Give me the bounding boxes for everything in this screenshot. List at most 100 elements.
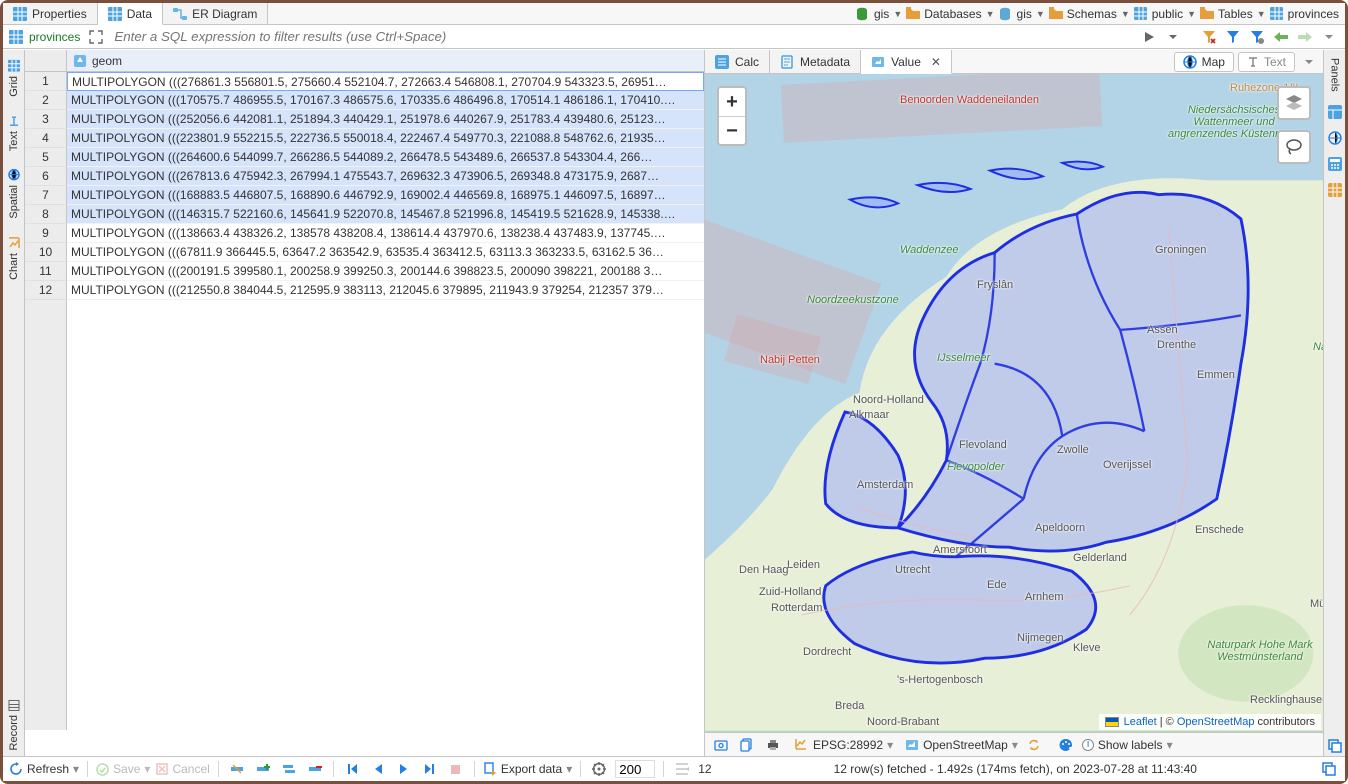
table-row[interactable]: 6MULTIPOLYGON (((267813.6 475942.3, 2679… (25, 167, 704, 186)
expand-icon[interactable] (86, 27, 106, 47)
cell-geom[interactable]: MULTIPOLYGON (((264600.6 544099.7, 26628… (67, 148, 704, 167)
row-header[interactable]: 8 (25, 205, 67, 224)
tab-value[interactable]: Value ✕ (861, 50, 952, 74)
row-header[interactable]: 4 (25, 129, 67, 148)
maximize-icon[interactable] (1319, 759, 1339, 779)
cell-geom[interactable]: MULTIPOLYGON (((267813.6 475942.3, 26799… (67, 167, 704, 186)
page-size-input[interactable] (615, 760, 655, 778)
prev-page-icon[interactable] (368, 759, 388, 779)
left-tab-chart[interactable]: Chart (8, 231, 20, 286)
delete-row-icon[interactable] (305, 759, 325, 779)
table-row[interactable]: 3MULTIPOLYGON (((252056.6 442081.1, 2518… (25, 110, 704, 129)
add-row-icon[interactable] (253, 759, 273, 779)
leaflet-link[interactable]: Leaflet (1124, 716, 1157, 728)
cell-geom[interactable]: MULTIPOLYGON (((223801.9 552215.5, 22273… (67, 129, 704, 148)
close-icon[interactable]: ✕ (931, 55, 941, 69)
panel-icon-globe[interactable] (1325, 128, 1345, 148)
table-row[interactable]: 8MULTIPOLYGON (((146315.7 522160.6, 1456… (25, 205, 704, 224)
duplicate-row-icon[interactable] (279, 759, 299, 779)
table-row[interactable]: 1MULTIPOLYGON (((276861.3 556801.5, 2756… (25, 72, 704, 91)
basemap-selector[interactable]: OpenStreetMap ▾ (905, 738, 1018, 752)
epsg-selector[interactable]: EPSG:28992 ▾ (795, 738, 893, 752)
table-row[interactable]: 5MULTIPOLYGON (((264600.6 544099.7, 2662… (25, 148, 704, 167)
row-header[interactable]: 11 (25, 262, 67, 281)
edit-row-icon[interactable] (227, 759, 247, 779)
filter-icon[interactable] (1223, 27, 1243, 47)
cell-geom[interactable]: MULTIPOLYGON (((252056.6 442081.1, 25189… (67, 110, 704, 129)
panel-icon-calc[interactable] (1325, 154, 1345, 174)
tab-er-diagram[interactable]: ER Diagram (163, 3, 268, 24)
breadcrumb-item[interactable]: public▼ (1134, 7, 1196, 21)
left-tab-record[interactable]: Record (8, 693, 20, 756)
grid-corner[interactable] (25, 50, 67, 71)
panel-icon-grid[interactable] (1325, 180, 1345, 200)
left-tab-grid[interactable]: Grid (8, 54, 20, 103)
layers-button[interactable] (1277, 86, 1311, 120)
cell-geom[interactable]: MULTIPOLYGON (((276861.3 556801.5, 27566… (67, 72, 704, 91)
row-header[interactable]: 9 (25, 224, 67, 243)
tab-calc[interactable]: Calc (705, 50, 770, 73)
table-row[interactable]: 10MULTIPOLYGON (((67811.9 366445.5, 6364… (25, 243, 704, 262)
zoom-out-button[interactable]: − (719, 116, 745, 144)
table-row[interactable]: 9MULTIPOLYGON (((138663.4 438326.2, 1385… (25, 224, 704, 243)
breadcrumb-item[interactable]: gis▼ (856, 7, 902, 21)
panel-restore-icon[interactable] (1325, 736, 1345, 756)
cell-geom[interactable]: MULTIPOLYGON (((200191.5 399580.1, 20025… (67, 262, 704, 281)
next-green-icon[interactable] (1295, 27, 1315, 47)
stop-icon[interactable] (446, 759, 466, 779)
column-header-geom[interactable]: geom (67, 50, 704, 71)
history-dropdown-icon[interactable] (1163, 27, 1183, 47)
row-header[interactable]: 3 (25, 110, 67, 129)
run-icon[interactable] (1139, 27, 1159, 47)
sync-icon[interactable] (1024, 735, 1044, 755)
last-page-icon[interactable] (420, 759, 440, 779)
cell-geom[interactable]: MULTIPOLYGON (((168883.5 446807.5, 16889… (67, 186, 704, 205)
breadcrumb-item[interactable]: Schemas▼ (1049, 7, 1130, 21)
page-settings-icon[interactable] (589, 759, 609, 779)
menu-dropdown-icon[interactable] (1319, 27, 1339, 47)
save-button[interactable]: Save▾ (96, 762, 150, 776)
left-tab-text[interactable]: Text (8, 109, 20, 157)
cell-geom[interactable]: MULTIPOLYGON (((138663.4 438326.2, 13857… (67, 224, 704, 243)
value-panel-menu-icon[interactable] (1299, 52, 1319, 72)
zoom-in-button[interactable]: + (719, 88, 745, 116)
export-button[interactable]: Export data▾ (483, 762, 572, 776)
cell-geom[interactable]: MULTIPOLYGON (((170575.7 486955.5, 17016… (67, 91, 704, 110)
cell-geom[interactable]: MULTIPOLYGON (((67811.9 366445.5, 63647.… (67, 243, 704, 262)
row-header[interactable]: 6 (25, 167, 67, 186)
tab-metadata[interactable]: Metadata (770, 50, 861, 73)
prev-green-icon[interactable] (1271, 27, 1291, 47)
palette-icon[interactable] (1056, 735, 1076, 755)
tab-data[interactable]: Data (98, 3, 163, 25)
row-header[interactable]: 10 (25, 243, 67, 262)
breadcrumb-item[interactable]: Tables▼ (1200, 7, 1266, 21)
row-header[interactable]: 1 (25, 72, 67, 91)
map-viewport[interactable]: Ruhezone 1/IIBenoorden WaddeneilandenNie… (705, 74, 1323, 732)
row-header[interactable]: 5 (25, 148, 67, 167)
show-labels-toggle[interactable]: i Show labels ▾ (1082, 738, 1173, 752)
tab-properties[interactable]: Properties (3, 3, 98, 24)
lasso-button[interactable] (1277, 130, 1311, 164)
cell-geom[interactable]: MULTIPOLYGON (((146315.7 522160.6, 14564… (67, 205, 704, 224)
rowcount-icon[interactable] (672, 759, 692, 779)
text-toggle[interactable]: Text (1238, 52, 1295, 72)
breadcrumb-item[interactable]: Databases▼ (906, 7, 994, 21)
first-page-icon[interactable] (342, 759, 362, 779)
breadcrumb-item[interactable]: gis▼ (999, 7, 1045, 21)
cell-geom[interactable]: MULTIPOLYGON (((212550.8 384044.5, 21259… (67, 281, 704, 300)
row-header[interactable]: 7 (25, 186, 67, 205)
table-row[interactable]: 11MULTIPOLYGON (((200191.5 399580.1, 200… (25, 262, 704, 281)
table-row[interactable]: 4MULTIPOLYGON (((223801.9 552215.5, 2227… (25, 129, 704, 148)
table-row[interactable]: 7MULTIPOLYGON (((168883.5 446807.5, 1688… (25, 186, 704, 205)
refresh-button[interactable]: Refresh▾ (9, 762, 79, 776)
sql-filter-input[interactable] (112, 28, 1133, 45)
next-page-icon[interactable] (394, 759, 414, 779)
left-tab-spatial[interactable]: Spatial (8, 163, 20, 225)
copy-icon[interactable] (737, 735, 757, 755)
breadcrumb-item[interactable]: provinces (1270, 7, 1339, 21)
cancel-button[interactable]: Cancel (156, 762, 209, 776)
map-toggle[interactable]: Map (1174, 52, 1234, 72)
panel-icon-1[interactable] (1325, 102, 1345, 122)
row-header[interactable]: 2 (25, 91, 67, 110)
row-header[interactable]: 12 (25, 281, 67, 300)
